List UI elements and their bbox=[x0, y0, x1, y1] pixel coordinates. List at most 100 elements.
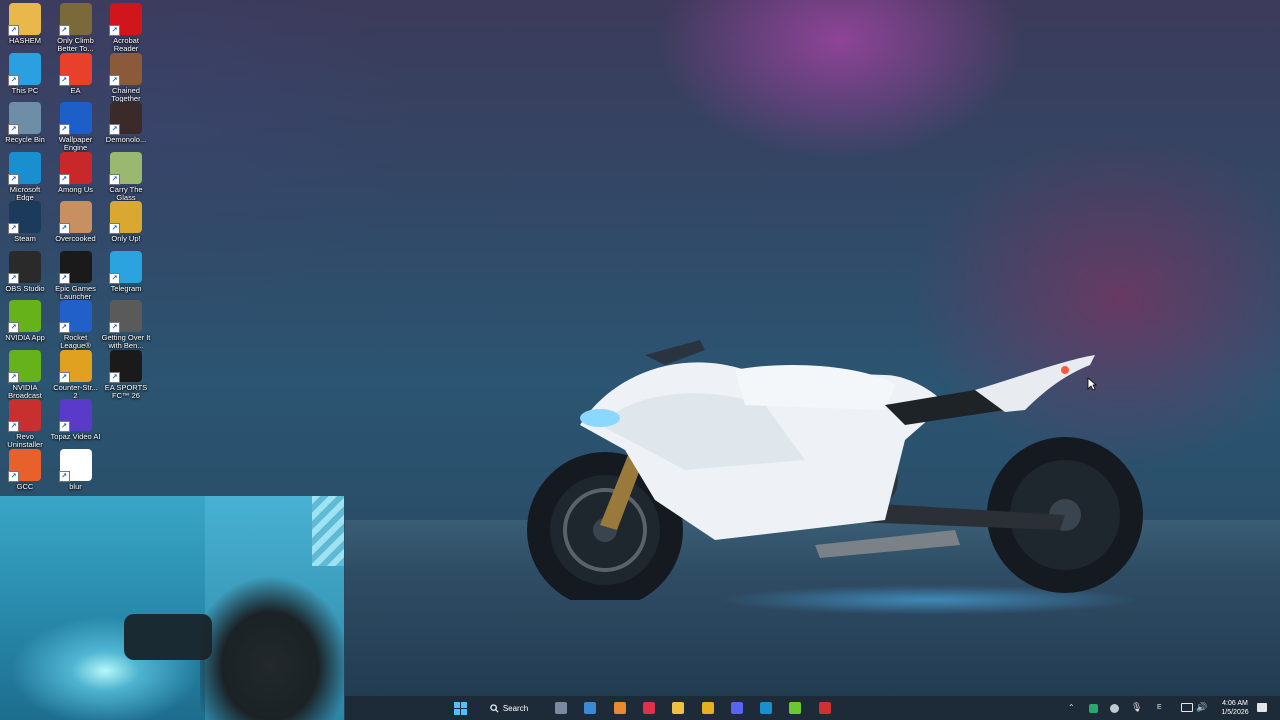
desktop-icon-label: This PC bbox=[11, 85, 39, 95]
clock-time: 4:06 AM bbox=[1222, 700, 1248, 707]
desktop-icon-label: Overcooked bbox=[55, 234, 96, 243]
blur-file-icon: ↗ bbox=[58, 448, 92, 482]
desktop-icon-25[interactable]: ↗ Topaz Video AI bbox=[51, 396, 101, 441]
desktop-icon-12[interactable]: ↗ Steam bbox=[0, 198, 50, 243]
desktop-icon-23[interactable]: ↗ EA SPORTS FC™ 26 bbox=[101, 347, 151, 400]
desktop-icon-5[interactable]: ↗ Chained Together bbox=[101, 50, 151, 103]
desktop-icon-27[interactable]: ↗ GCC bbox=[0, 446, 50, 491]
motorcycle-image bbox=[527, 340, 1143, 600]
desktop-icon-17[interactable]: ↗ Telegram bbox=[101, 248, 151, 293]
taskbar-app-8[interactable] bbox=[785, 698, 805, 718]
topaz-video-ai-icon: ↗ bbox=[58, 399, 92, 432]
only-up-icon: ↗ bbox=[109, 201, 142, 234]
desktop-icon-8[interactable]: ↗ Demonolo... bbox=[101, 99, 151, 144]
desktop-icon-24[interactable]: ↗ Revo Uninstaller bbox=[0, 396, 50, 449]
ea-sports-fc-icon: ↗ bbox=[109, 349, 142, 383]
shortcut-arrow-icon: ↗ bbox=[58, 371, 70, 383]
show-hidden-icons-chevron-icon[interactable]: ⌃ bbox=[1068, 703, 1075, 712]
desktop-icon-19[interactable]: ↗ Rocket League® bbox=[51, 297, 101, 350]
ea-icon: ↗ bbox=[58, 52, 92, 86]
shortcut-arrow-icon: ↗ bbox=[58, 470, 70, 482]
desktop-icon-15[interactable]: ↗ OBS Studio bbox=[0, 248, 50, 293]
desktop-icon-9[interactable]: ↗ Microsoft Edge bbox=[0, 149, 50, 202]
recycle-bin-icon: ↗ bbox=[8, 102, 41, 135]
shortcut-arrow-icon: ↗ bbox=[8, 25, 19, 36]
shortcut-arrow-icon: ↗ bbox=[8, 371, 19, 383]
start-button[interactable] bbox=[450, 698, 470, 718]
shortcut-arrow-icon: ↗ bbox=[8, 322, 19, 333]
desktop-icon-6[interactable]: ↗ Recycle Bin bbox=[0, 99, 50, 144]
shortcut-arrow-icon: ↗ bbox=[109, 272, 120, 284]
nvidia-app-icon: ↗ bbox=[8, 300, 41, 333]
windows-logo-icon bbox=[453, 701, 467, 715]
taskbar-app-9[interactable] bbox=[815, 698, 835, 718]
shortcut-arrow-icon: ↗ bbox=[8, 173, 19, 185]
discord-icon bbox=[730, 702, 743, 714]
desktop-icon-7[interactable]: ↗ Wallpaper Engine bbox=[51, 99, 101, 152]
taskbar-app-0[interactable] bbox=[551, 698, 571, 718]
shortcut-arrow-icon: ↗ bbox=[58, 272, 70, 284]
desktop-icon-label: HASHEM bbox=[8, 36, 42, 45]
desktop-icon-14[interactable]: ↗ Only Up! bbox=[101, 198, 151, 243]
clock[interactable]: 4:06 AM 1/5/2026 bbox=[1215, 699, 1255, 717]
shortcut-arrow-icon: ↗ bbox=[58, 223, 70, 234]
shortcut-arrow-icon: ↗ bbox=[8, 272, 19, 284]
desktop-icon-11[interactable]: ↗ Carry The Glass bbox=[101, 149, 151, 202]
shortcut-arrow-icon: ↗ bbox=[109, 173, 120, 185]
shortcut-arrow-icon: ↗ bbox=[58, 322, 70, 333]
taskbar-app-3[interactable] bbox=[639, 698, 659, 718]
desktop-icon-28[interactable]: ↗ blur bbox=[51, 446, 101, 491]
telegram-icon: ↗ bbox=[109, 250, 142, 284]
chrome-icon bbox=[701, 702, 714, 714]
network-icon[interactable] bbox=[1181, 703, 1193, 712]
gcc-icon: ↗ bbox=[8, 448, 41, 482]
desktop-icon-20[interactable]: ↗ Getting Over It with Ben... bbox=[101, 297, 151, 350]
epic-games-icon: ↗ bbox=[58, 250, 92, 284]
notification-icon[interactable] bbox=[1257, 703, 1267, 712]
taskbar-app-2[interactable] bbox=[610, 698, 630, 718]
shortcut-arrow-icon: ↗ bbox=[109, 124, 120, 135]
desktop-icon-10[interactable]: ↗ Among Us bbox=[51, 149, 101, 194]
desktop-icon-16[interactable]: ↗ Epic Games Launcher bbox=[51, 248, 101, 301]
cloud-app-icon bbox=[613, 702, 626, 714]
shortcut-arrow-icon: ↗ bbox=[58, 25, 70, 36]
desktop-icon-21[interactable]: ↗ NVIDIA Broadcast bbox=[0, 347, 50, 400]
language-indicator[interactable]: E bbox=[1157, 704, 1162, 711]
desktop-icon-1[interactable]: ↗ Only Climb Better To... bbox=[51, 0, 101, 53]
shortcut-arrow-icon: ↗ bbox=[58, 173, 70, 185]
taskbar-app-6[interactable] bbox=[727, 698, 747, 718]
shortcut-arrow-icon: ↗ bbox=[8, 74, 19, 86]
edge-icon: ↗ bbox=[8, 151, 41, 185]
desktop-icon-label: EA SPORTS FC™ 26 bbox=[104, 382, 148, 400]
desktop-icon-2[interactable]: ↗ Acrobat Reader bbox=[101, 0, 151, 53]
tray-app-icon[interactable] bbox=[1089, 704, 1098, 713]
desktop-icon-13[interactable]: ↗ Overcooked bbox=[51, 198, 101, 243]
microphone-icon[interactable]: 🎙 bbox=[1131, 702, 1142, 713]
onedrive-icon[interactable] bbox=[1110, 704, 1119, 713]
volume-icon[interactable]: 🔊 bbox=[1196, 702, 1207, 713]
red-circle-app-icon bbox=[818, 702, 831, 714]
desktop-icon-18[interactable]: ↗ NVIDIA App bbox=[0, 297, 50, 342]
desktop-icon-label: blur bbox=[69, 481, 82, 491]
taskbar-app-1[interactable] bbox=[580, 698, 600, 718]
taskbar: Search ⌃ 🎙 E 🔊 4:06 AM 1/5/2026 bbox=[345, 696, 1280, 720]
search-button[interactable]: Search bbox=[485, 698, 533, 718]
desktop-icon-22[interactable]: ↗ Counter-Str... 2 bbox=[51, 347, 101, 400]
taskbar-app-4[interactable] bbox=[668, 698, 688, 718]
webcam-striped-object bbox=[312, 496, 344, 566]
shortcut-arrow-icon: ↗ bbox=[109, 223, 120, 234]
photos-icon bbox=[584, 702, 597, 714]
getting-over-it-icon: ↗ bbox=[109, 300, 142, 333]
demonologist-icon: ↗ bbox=[109, 102, 142, 135]
nvidia-broadcast-icon: ↗ bbox=[8, 349, 41, 383]
shortcut-arrow-icon: ↗ bbox=[58, 124, 70, 135]
desktop-icon-4[interactable]: ↗ EA bbox=[51, 50, 101, 95]
taskbar-app-7[interactable] bbox=[756, 698, 776, 718]
taskbar-app-5[interactable] bbox=[698, 698, 718, 718]
desktop-icon-0[interactable]: ↗ HASHEM bbox=[0, 0, 50, 45]
shortcut-arrow-icon: ↗ bbox=[109, 74, 120, 86]
overcooked-icon: ↗ bbox=[58, 201, 92, 234]
mouse-pointer-icon bbox=[1087, 377, 1097, 391]
desktop-icon-3[interactable]: ↗ This PC bbox=[0, 50, 50, 95]
desktop-icon-label: Demonolo... bbox=[105, 135, 147, 144]
